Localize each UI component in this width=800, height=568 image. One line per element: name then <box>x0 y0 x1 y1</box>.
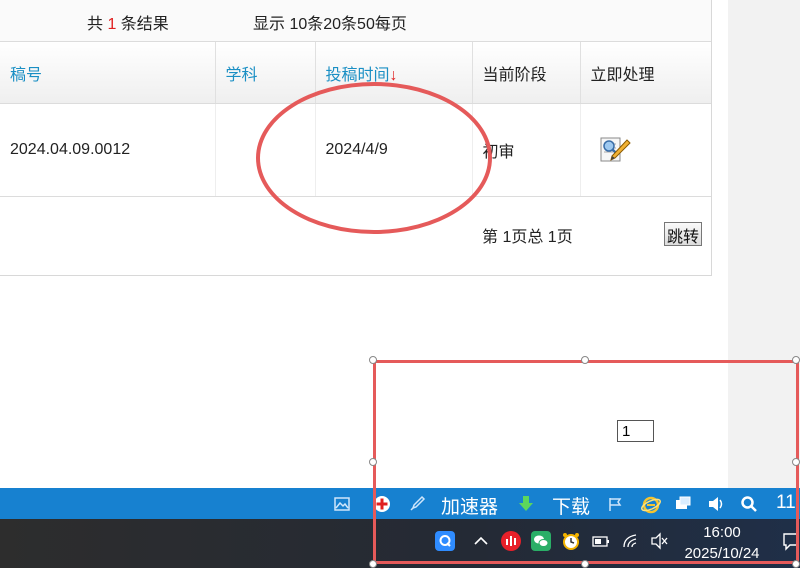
result-count: 共 1 条结果 <box>87 16 169 33</box>
resize-handle-left[interactable] <box>369 458 377 466</box>
resize-handle-top[interactable] <box>581 356 589 364</box>
results-summary: 共 1 条结果 显示 10条20条50每页 <box>0 0 711 42</box>
column-header-action: 立即处理 <box>580 42 711 104</box>
edit-icon[interactable] <box>599 135 631 165</box>
annotation-ellipse <box>256 82 492 234</box>
page-info: 第 1页总 1页 <box>482 229 573 246</box>
resize-handle-right[interactable] <box>792 458 800 466</box>
column-header-stage: 当前阶段 <box>472 42 581 104</box>
resize-handle-bottom-left[interactable] <box>369 560 377 568</box>
column-header-manuscript-no[interactable]: 稿号 <box>0 42 216 104</box>
cell-manuscript-no: 2024.04.09.0012 <box>0 103 216 197</box>
jump-button[interactable]: 跳转 <box>664 222 702 246</box>
resize-handle-bottom-right[interactable] <box>792 560 800 568</box>
resize-handle-top-left[interactable] <box>369 356 377 364</box>
annotation-selection-box[interactable] <box>373 360 799 564</box>
sort-desc-arrow-icon: ↓ <box>389 66 398 84</box>
image-icon[interactable] <box>333 495 351 513</box>
page-size-options[interactable]: 显示 10条20条50每页 <box>253 10 407 34</box>
resize-handle-bottom[interactable] <box>581 560 589 568</box>
column-header-subject[interactable]: 学科 <box>215 42 316 104</box>
cell-action <box>580 103 711 197</box>
resize-handle-top-right[interactable] <box>792 356 800 364</box>
